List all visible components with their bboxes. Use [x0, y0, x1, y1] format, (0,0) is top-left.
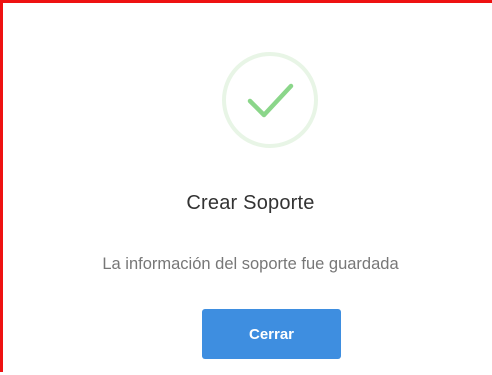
dialog-title: Crear Soporte — [186, 192, 315, 214]
dialog-message: La información del soporte fue guardada — [102, 255, 399, 273]
close-button[interactable]: Cerrar — [202, 309, 341, 359]
success-dialog: Crear Soporte La información del soporte… — [6, 6, 492, 375]
success-check-icon — [222, 52, 318, 148]
dialog-frame: Crear Soporte La información del soporte… — [0, 0, 492, 372]
check-icon — [247, 83, 294, 118]
